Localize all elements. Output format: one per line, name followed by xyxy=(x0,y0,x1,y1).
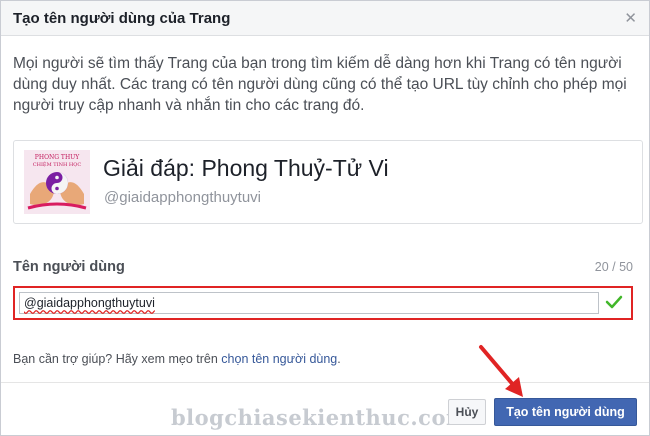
dialog-title: Tạo tên người dùng của Trang xyxy=(13,10,231,27)
create-username-dialog: Tạo tên người dùng của Trang ✕ Mọi người… xyxy=(0,0,650,436)
username-input[interactable]: @giaidapphongthuytuvi xyxy=(19,292,599,314)
cancel-button[interactable]: Hủy xyxy=(448,399,486,425)
character-counter: 20 / 50 xyxy=(594,260,633,274)
page-preview-card: PHONG THUY CHIỆM TINH HỌC Giải đáp: Phon… xyxy=(13,140,643,224)
username-label: Tên người dùng xyxy=(13,259,125,275)
page-name: Giải đáp: Phong Thuỷ-Tử Vi xyxy=(103,155,389,181)
avatar-text-1: PHONG THUY xyxy=(35,154,80,161)
username-value: @giaidapphongthuytuvi xyxy=(24,296,155,310)
username-highlight-box: @giaidapphongthuytuvi xyxy=(13,286,633,320)
page-avatar: PHONG THUY CHIỆM TINH HỌC xyxy=(24,150,90,214)
close-icon[interactable]: ✕ xyxy=(624,9,637,27)
help-link[interactable]: chọn tên người dùng xyxy=(221,352,337,366)
footer-divider xyxy=(1,382,649,383)
dialog-header: Tạo tên người dùng của Trang ✕ xyxy=(1,1,649,36)
dialog-description: Mọi người sẽ tìm thấy Trang của bạn tron… xyxy=(13,55,627,114)
help-text: Bạn cần trợ giúp? Hãy xem mẹo trên chọn … xyxy=(13,352,341,366)
create-username-button[interactable]: Tạo tên người dùng xyxy=(494,398,637,426)
help-prefix: Bạn cần trợ giúp? Hãy xem mẹo trên xyxy=(13,352,222,366)
avatar-text-2: CHIỆM TINH HỌC xyxy=(33,160,82,168)
red-arrow-icon xyxy=(479,345,523,397)
page-handle: @giaidapphongthuytuvi xyxy=(104,189,262,206)
help-suffix: . xyxy=(337,352,341,366)
checkmark-icon xyxy=(605,295,623,309)
watermark: blogchiasekienthuc.com xyxy=(171,405,469,430)
